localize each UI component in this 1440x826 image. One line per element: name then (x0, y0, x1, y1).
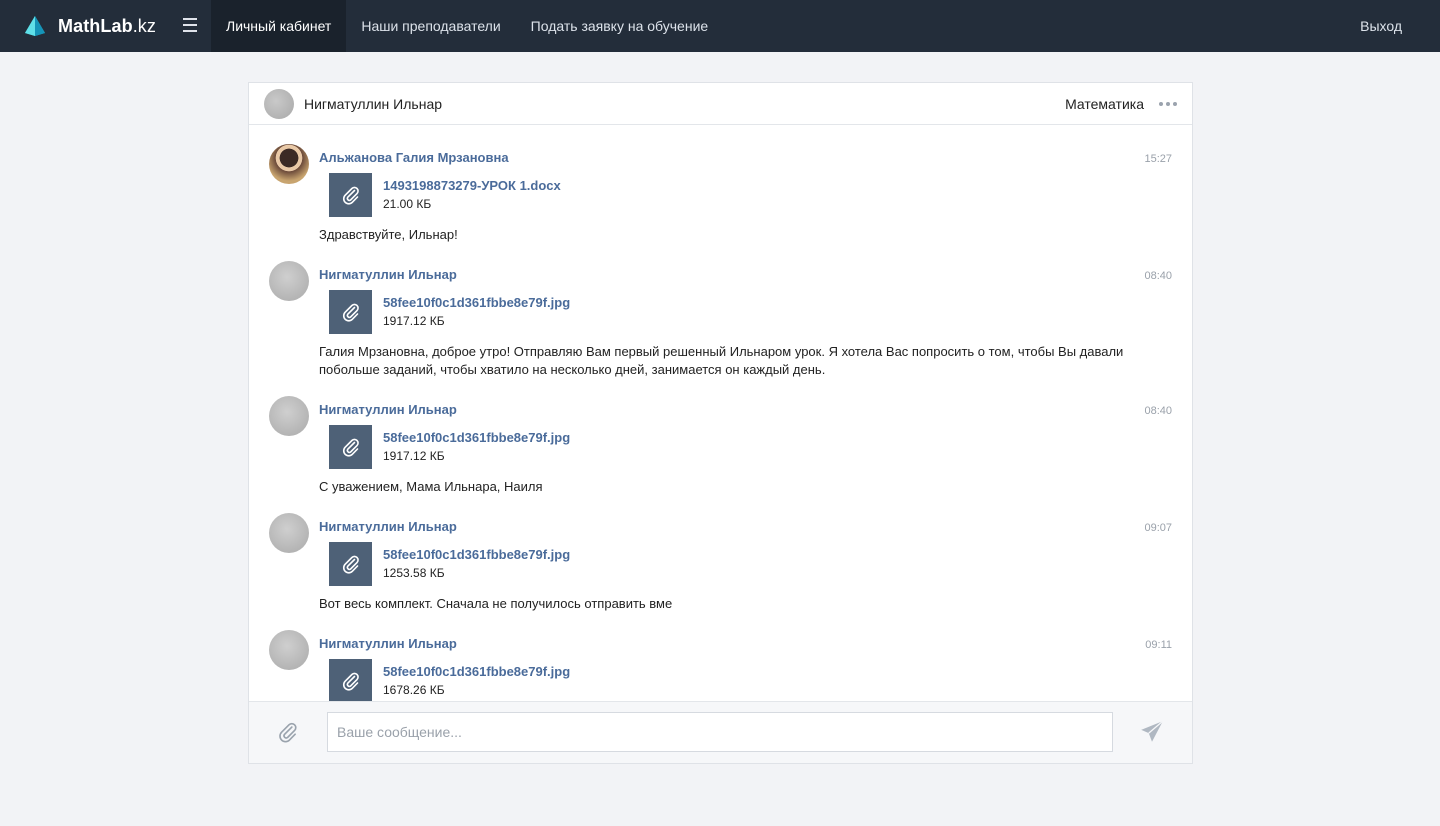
message-time: 08:40 (1144, 270, 1172, 282)
attachment-size: 1917.12 КБ (383, 449, 445, 463)
attachment-size: 1253.58 КБ (383, 566, 445, 580)
attachment-name[interactable]: 1493198873279-УРОК 1.docx (383, 178, 561, 193)
main-nav: Личный кабинет Наши преподаватели Подать… (211, 0, 723, 52)
message-time: 08:40 (1144, 405, 1172, 417)
attachment-size: 1678.26 КБ (383, 683, 445, 697)
contact-name: Нигматуллин Ильнар (304, 95, 443, 112)
nav-personal-cabinet[interactable]: Личный кабинет (211, 0, 347, 52)
menu-icon[interactable] (183, 18, 197, 32)
chat-panel: Нигматуллин Ильнар Математика Альжанова … (248, 82, 1193, 764)
paperclip-icon (342, 186, 359, 205)
message-list[interactable]: Альжанова Галия Мрзановна 15:27 14931988… (249, 126, 1192, 702)
brand-logo-icon (25, 16, 45, 36)
chat-subject: Математика (1065, 95, 1144, 112)
brand-name: MathLab.kz (58, 15, 157, 36)
message: Нигматуллин Ильнар 08:40 58fee10f0c1d361… (269, 261, 1172, 386)
message-text: Здравствуйте, Ильнар! (319, 227, 458, 242)
contact-avatar (264, 88, 294, 119)
attachment-name[interactable]: 58fee10f0c1d361fbbe8e79f.jpg (383, 430, 570, 445)
message-author[interactable]: Нигматуллин Ильнар (319, 636, 457, 651)
nav-apply-training[interactable]: Подать заявку на обучение (516, 0, 724, 52)
attachment-button[interactable] (329, 425, 372, 469)
more-dots-icon[interactable] (1159, 101, 1177, 106)
message-text: Галия Мрзановна, доброе утро! Отправляю … (319, 344, 1124, 377)
paperclip-icon (342, 555, 359, 574)
message: Нигматуллин Ильнар 08:40 58fee10f0c1d361… (269, 396, 1172, 506)
paperclip-icon[interactable] (277, 721, 299, 743)
avatar (269, 396, 309, 436)
chat-header: Нигматуллин Ильнар Математика (249, 83, 1192, 125)
attachment-size: 1917.12 КБ (383, 314, 445, 328)
attachment-button[interactable] (329, 659, 372, 702)
message-input[interactable] (327, 712, 1113, 752)
paperclip-icon (342, 303, 359, 322)
avatar (269, 261, 309, 301)
avatar (269, 144, 309, 184)
top-navbar: MathLab.kz Личный кабинет Наши преподава… (0, 0, 1440, 52)
message-time: 09:11 (1145, 639, 1172, 651)
send-icon[interactable] (1139, 719, 1165, 745)
attachment-size: 21.00 КБ (383, 197, 432, 211)
message: Нигматуллин Ильнар 09:11 58fee10f0c1d361… (269, 630, 1172, 702)
avatar (269, 513, 309, 553)
message-text: С уважением, Мама Ильнара, Наиля (319, 479, 543, 494)
brand[interactable]: MathLab.kz (0, 0, 211, 52)
attachment-name[interactable]: 58fee10f0c1d361fbbe8e79f.jpg (383, 547, 570, 562)
attachment-button[interactable] (329, 173, 372, 217)
message-author[interactable]: Нигматуллин Ильнар (319, 267, 457, 282)
message-author[interactable]: Альжанова Галия Мрзановна (319, 150, 509, 165)
logout-link[interactable]: Выход (1360, 0, 1440, 52)
attachment-button[interactable] (329, 290, 372, 334)
message-composer (249, 701, 1192, 763)
avatar (269, 630, 309, 670)
paperclip-icon (342, 438, 359, 457)
message-author[interactable]: Нигматуллин Ильнар (319, 402, 457, 417)
paperclip-icon (342, 672, 359, 691)
message: Альжанова Галия Мрзановна 15:27 14931988… (269, 144, 1172, 254)
message: Нигматуллин Ильнар 09:07 58fee10f0c1d361… (269, 513, 1172, 623)
attachment-button[interactable] (329, 542, 372, 586)
message-text: Вот весь комплект. Сначала не получилось… (319, 596, 673, 611)
attachment-name[interactable]: 58fee10f0c1d361fbbe8e79f.jpg (383, 664, 570, 679)
nav-our-teachers[interactable]: Наши преподаватели (346, 0, 515, 52)
attachment-name[interactable]: 58fee10f0c1d361fbbe8e79f.jpg (383, 295, 570, 310)
message-time: 15:27 (1144, 153, 1172, 165)
message-time: 09:07 (1144, 522, 1172, 534)
message-author[interactable]: Нигматуллин Ильнар (319, 519, 457, 534)
